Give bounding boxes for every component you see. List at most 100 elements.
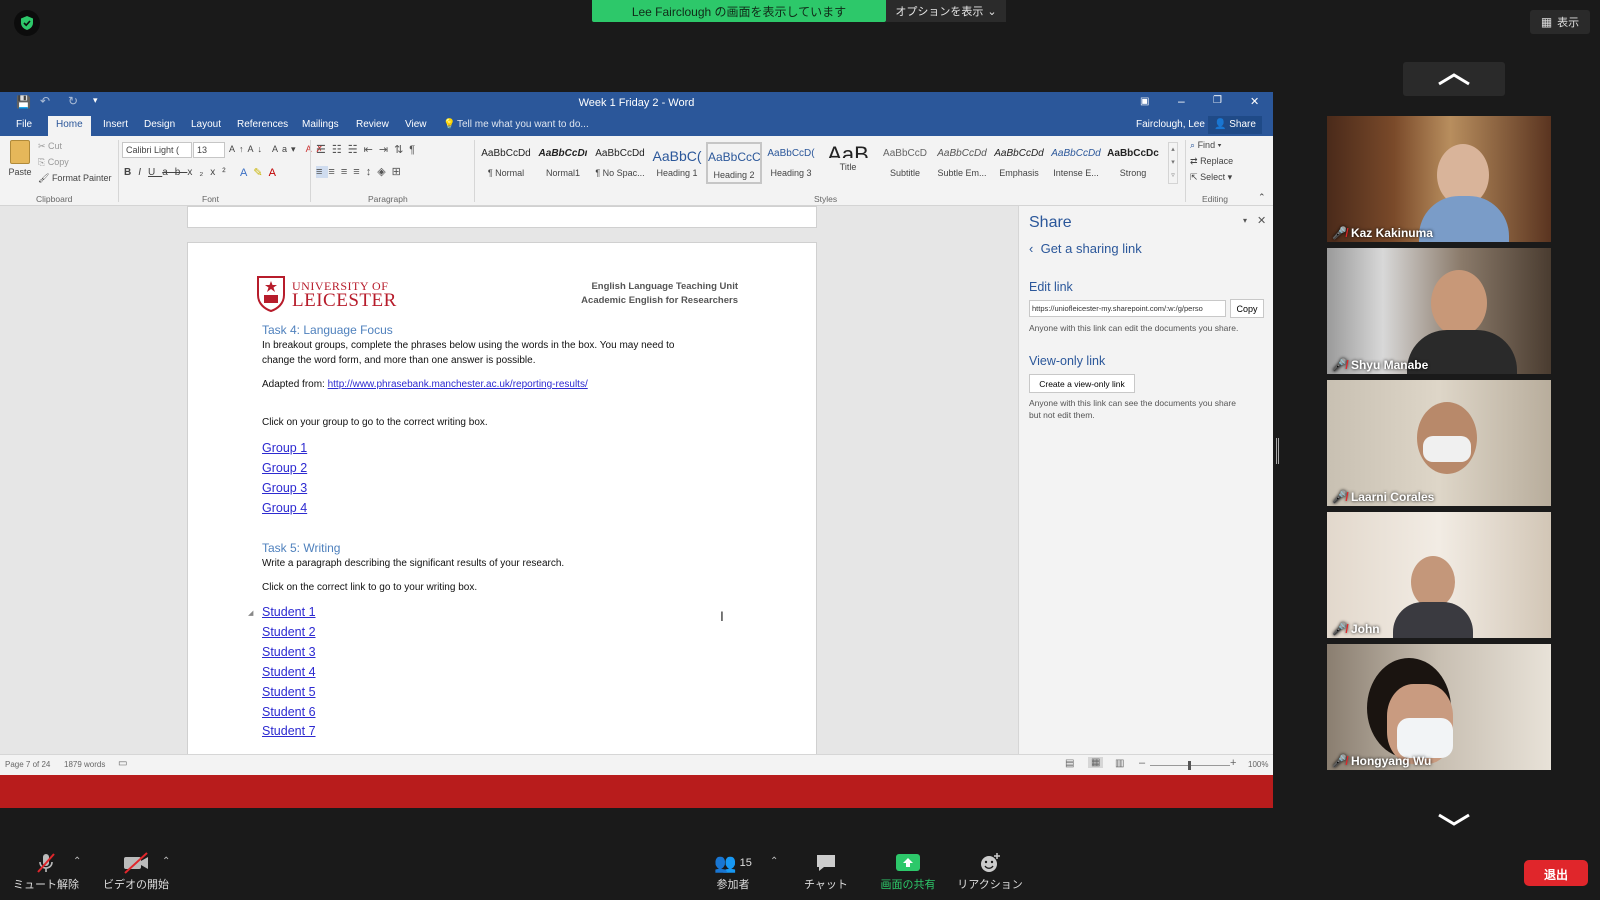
zoom-slider-thumb[interactable]	[1188, 761, 1191, 770]
word-count[interactable]: 1879 words	[64, 760, 105, 769]
font-size-select[interactable]: 13	[193, 142, 225, 158]
replace-button[interactable]: ⇄ Replace	[1190, 156, 1233, 167]
style-heading-1[interactable]: AaBbC(Heading 1	[649, 142, 705, 184]
group-2-link[interactable]: Group 2	[262, 461, 307, 475]
tab-home[interactable]: Home	[48, 116, 91, 136]
font-name-select[interactable]: Calibri Light (	[122, 142, 192, 158]
style-normal[interactable]: AaBbCcDd ¶ Normal	[478, 142, 534, 184]
participant-tile[interactable]: 🎤̸ John	[1327, 512, 1551, 638]
pane-options-icon[interactable]: ▾	[1243, 216, 1247, 225]
zoom-level[interactable]: 100%	[1248, 760, 1268, 769]
tab-references[interactable]: References	[237, 119, 288, 130]
view-layout-button[interactable]: ▦ 表示	[1530, 10, 1590, 34]
underline-icon[interactable]: U	[148, 167, 162, 178]
justify-icon[interactable]: ≡	[353, 166, 365, 178]
tab-design[interactable]: Design	[144, 119, 175, 130]
style-normal1[interactable]: AaBbCcDı Normal1	[535, 142, 591, 184]
copy-button[interactable]: ⎘ Copy	[38, 157, 69, 168]
style-intense-e[interactable]: AaBbCcDd Intense E...	[1048, 142, 1104, 184]
click-link-instruction[interactable]: Click on the correct link to go to your …	[262, 582, 477, 593]
tab-layout[interactable]: Layout	[191, 119, 221, 130]
share-button[interactable]: 👤 Share	[1208, 116, 1262, 134]
video-options-icon[interactable]: ⌃	[162, 856, 170, 867]
view-options-button[interactable]: オプションを表示 ⌄	[886, 0, 1006, 22]
task4-heading[interactable]: Task 4: Language Focus	[262, 323, 393, 337]
phrasebank-link[interactable]: http://www.phrasebank.manchester.ac.uk/r…	[328, 379, 588, 390]
participant-tile[interactable]: 🎤̸ Kaz Kakinuma	[1327, 116, 1551, 242]
user-name[interactable]: Fairclough, Lee	[1136, 119, 1205, 130]
pilcrow-icon[interactable]: ¶	[409, 144, 421, 156]
click-group-instruction[interactable]: Click on your group to go to the correct…	[262, 417, 488, 428]
task5-paragraph[interactable]: Write a paragraph describing the signifi…	[262, 558, 564, 569]
document-page[interactable]: UNIVERSITY OF LEICESTER English Language…	[187, 242, 817, 754]
shading-icon[interactable]: ◈	[377, 166, 391, 178]
cut-button[interactable]: ✂ Cut	[38, 141, 62, 152]
font-color-icon[interactable]: A	[269, 167, 282, 179]
proofing-icon[interactable]: ▭	[118, 758, 127, 769]
edit-link-field[interactable]: https://uniofleicester-my.sharepoint.com…	[1029, 300, 1226, 317]
group-1-link[interactable]: Group 1	[262, 441, 307, 455]
zoom-in-icon[interactable]: +	[1230, 757, 1236, 769]
style-no-spac[interactable]: AaBbCcDd ¶ No Spac...	[592, 142, 648, 184]
highlight-icon[interactable]: ✎	[253, 167, 268, 179]
audio-options-icon[interactable]: ⌃	[73, 856, 81, 867]
document-area[interactable]: UNIVERSITY OF LEICESTER English Language…	[0, 206, 1018, 754]
align-center-icon[interactable]: ≡	[328, 166, 340, 178]
student-1-link[interactable]: Student 1	[262, 605, 316, 619]
tab-insert[interactable]: Insert	[103, 119, 128, 130]
restore-icon[interactable]: ❐	[1213, 95, 1222, 106]
style-title[interactable]: AaB Title	[820, 142, 876, 184]
tab-mailings[interactable]: Mailings	[302, 119, 339, 130]
style-strong[interactable]: AaBbCcDc Strong	[1105, 142, 1161, 184]
grow-font-icon[interactable]: A↑	[229, 144, 248, 154]
borders-icon[interactable]: ⊞	[392, 166, 407, 178]
text-effects-icon[interactable]: A	[240, 167, 253, 179]
find-button[interactable]: ⌕ Find ▾	[1190, 140, 1221, 151]
group-3-link[interactable]: Group 3	[262, 481, 307, 495]
style-heading-2[interactable]: AaBbCcC Heading 2	[706, 142, 762, 184]
superscript-icon[interactable]: x²	[210, 167, 232, 178]
group-4-link[interactable]: Group 4	[262, 501, 307, 515]
participant-tile[interactable]: 🎤̸ Laarni Corales	[1327, 380, 1551, 506]
copy-link-button[interactable]: Copy	[1230, 299, 1264, 318]
chat-button[interactable]: チャット	[796, 850, 856, 892]
strikethrough-icon[interactable]: ab	[162, 167, 187, 178]
line-spacing-icon[interactable]: ↕	[366, 166, 378, 178]
styles-scroll[interactable]: ▴ ▾ ▿	[1168, 142, 1178, 184]
tab-file[interactable]: File	[16, 119, 32, 130]
increase-indent-icon[interactable]: ⇥	[379, 144, 394, 156]
task4-paragraph-line2[interactable]: change the word form, and more than one …	[262, 355, 536, 366]
student-7-link[interactable]: Student 7	[262, 724, 316, 738]
style-subtle-em[interactable]: AaBbCcDd Subtle Em...	[934, 142, 990, 184]
participants-options-icon[interactable]: ⌃	[770, 856, 778, 867]
style-heading-3[interactable]: AaBbCcD(Heading 3	[763, 142, 819, 184]
multilevel-list-icon[interactable]: ☵	[348, 144, 364, 156]
splitter-handle[interactable]	[1276, 438, 1279, 464]
align-right-icon[interactable]: ≡	[341, 166, 353, 178]
decrease-indent-icon[interactable]: ⇤	[364, 144, 379, 156]
style-subtitle[interactable]: AaBbCcD Subtitle	[877, 142, 933, 184]
sort-icon[interactable]: ⇅	[394, 144, 409, 156]
reactions-button[interactable]: リアクション	[954, 850, 1026, 892]
collapse-triangle-icon[interactable]: ◢	[248, 609, 253, 617]
participant-tile[interactable]: 🎤̸ Hongyang Wu	[1327, 644, 1551, 770]
collapse-ribbon-icon[interactable]: ⌃	[1258, 192, 1266, 203]
format-painter-button[interactable]: 🖌 Format Painter	[38, 173, 111, 184]
minimize-icon[interactable]: –	[1178, 94, 1185, 108]
zoom-out-icon[interactable]: –	[1139, 757, 1145, 769]
change-case-icon[interactable]: Aa▾	[272, 144, 300, 154]
align-left-icon[interactable]: ≡	[316, 166, 329, 178]
student-4-link[interactable]: Student 4	[262, 665, 316, 679]
task5-heading[interactable]: Task 5: Writing	[262, 541, 340, 555]
print-layout-icon[interactable]: ▦	[1088, 757, 1104, 768]
task4-paragraph-line1[interactable]: In breakout groups, complete the phrases…	[262, 340, 675, 351]
select-button[interactable]: ⇱ Select ▾	[1190, 172, 1232, 183]
gallery-up-button[interactable]	[1403, 62, 1505, 96]
zoom-slider[interactable]	[1150, 761, 1230, 770]
numbering-icon[interactable]: ☷	[332, 144, 348, 156]
subscript-icon[interactable]: x₂	[187, 167, 210, 178]
tab-review[interactable]: Review	[356, 119, 389, 130]
student-3-link[interactable]: Student 3	[262, 645, 316, 659]
student-5-link[interactable]: Student 5	[262, 685, 316, 699]
share-screen-button[interactable]: 画面の共有	[872, 850, 944, 892]
